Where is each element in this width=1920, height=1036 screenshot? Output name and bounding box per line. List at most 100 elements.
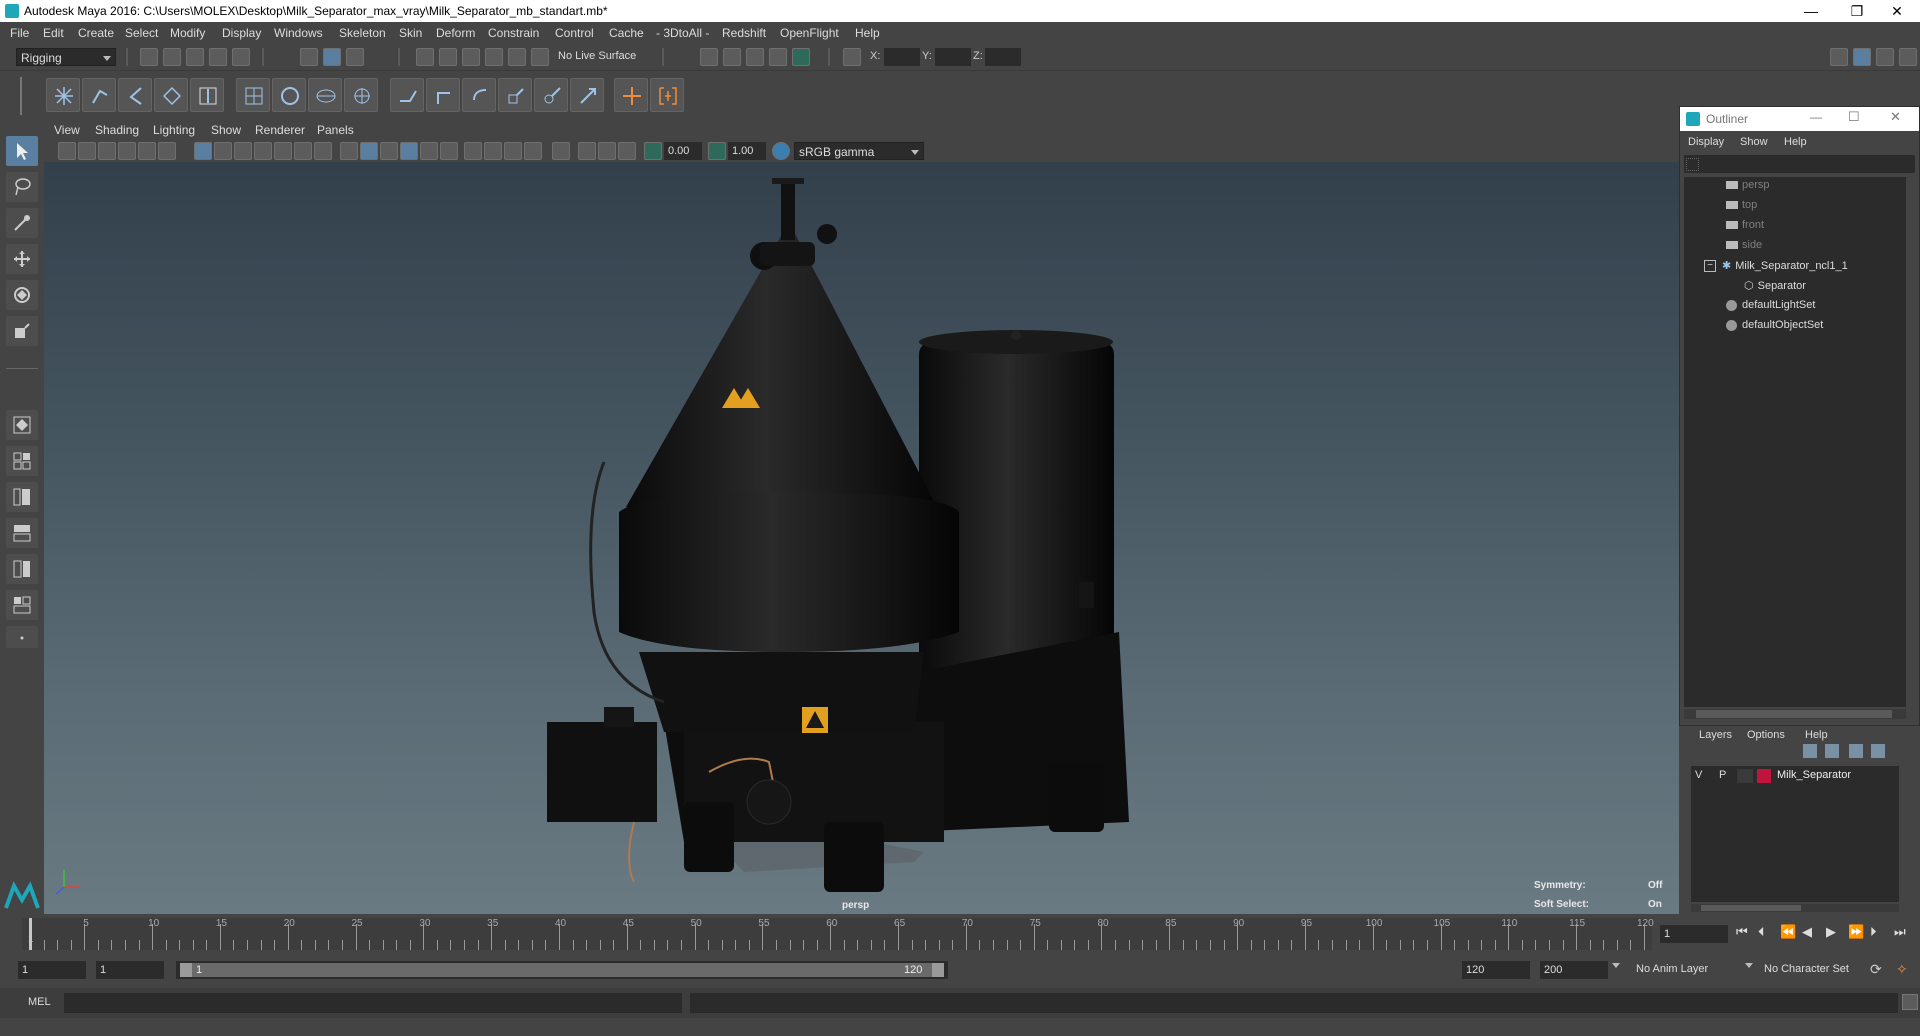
outliner-horizontal-scrollbar[interactable] [1684,709,1906,719]
layer-horizontal-scrollbar[interactable] [1691,904,1899,912]
outliner-item-front[interactable]: front [1726,219,1764,231]
character-set-label[interactable]: No Character Set [1764,963,1849,975]
menu-create[interactable]: Create [78,26,114,40]
cluster-icon[interactable] [272,78,306,112]
smooth-shade-icon[interactable] [360,142,378,160]
layer-color-swatch[interactable] [1757,769,1771,783]
current-time-indicator[interactable] [29,918,32,950]
undo-icon[interactable] [209,48,227,66]
render-current-icon[interactable] [700,48,718,66]
playback-end-field[interactable]: 120 [1462,961,1530,979]
outliner-item-persp[interactable]: persp [1726,179,1770,191]
outliner-filter-input[interactable] [1684,155,1915,173]
viewport-menu-show[interactable]: Show [211,123,241,137]
wire-deformer-icon[interactable] [308,78,342,112]
point-constraint-icon[interactable] [426,78,460,112]
open-scene-icon[interactable] [163,48,181,66]
scrollbar-thumb[interactable] [1701,905,1801,911]
live-surface-label[interactable]: No Live Surface [558,50,636,62]
y-field[interactable] [935,48,971,66]
snap-surface-icon[interactable] [508,48,526,66]
safe-action-icon[interactable] [294,142,312,160]
persp-graph-outliner-layout-icon[interactable] [6,590,38,620]
menu-control[interactable]: Control [555,26,594,40]
gamma-icon[interactable] [708,142,726,160]
ik-handle-icon[interactable] [82,78,116,112]
shelf-options-icon[interactable] [20,77,36,115]
minimize-button[interactable]: — [1788,0,1834,22]
play-backwards-icon[interactable]: ◀ [1802,924,1812,940]
backface-icon[interactable] [618,142,636,160]
mode-dropdown[interactable]: Rigging [16,48,116,66]
select-hierarchy-icon[interactable] [300,48,318,66]
render-settings-icon[interactable] [746,48,764,66]
viewport-menu-panels[interactable]: Panels [317,123,354,137]
outliner-menu-display[interactable]: Display [1688,136,1724,148]
menu-help[interactable]: Help [855,26,880,40]
chevron-down-icon[interactable] [1745,963,1753,968]
menu-modify[interactable]: Modify [170,26,205,40]
snap-plane-icon[interactable] [531,48,549,66]
ambient-occlusion-icon[interactable] [504,142,522,160]
orient-joint-icon[interactable] [190,78,224,112]
scrollbar-thumb[interactable] [1696,710,1892,718]
use-all-lights-icon[interactable] [464,142,482,160]
select-object-icon[interactable] [323,48,341,66]
locator-icon[interactable] [614,78,648,112]
viewport-menu-lighting[interactable]: Lighting [153,123,195,137]
shadows-icon[interactable] [484,142,502,160]
layers-menu-layers[interactable]: Layers [1699,729,1732,741]
go-to-end-icon[interactable]: ⏭ [1894,924,1906,940]
modeling-toolkit-icon[interactable] [1830,48,1848,66]
field-chart-icon[interactable] [274,142,292,160]
layer-playback-toggle[interactable]: P [1719,769,1726,781]
layer-move-up-icon[interactable] [1803,744,1817,758]
tool-settings-icon[interactable] [1876,48,1894,66]
select-component-icon[interactable] [346,48,364,66]
outliner-item-default-light-set[interactable]: defaultLightSet [1726,299,1815,311]
motion-blur-icon[interactable] [524,142,542,160]
layer-move-down-icon[interactable] [1825,744,1839,758]
textured-icon[interactable] [440,142,458,160]
redo-icon[interactable] [232,48,250,66]
2d-pan-zoom-icon[interactable] [138,142,156,160]
outliner-minimize-button[interactable]: — [1810,110,1822,124]
xray-active-icon[interactable] [598,142,616,160]
xray-joints-icon[interactable] [578,142,596,160]
viewport-menu-renderer[interactable]: Renderer [255,123,305,137]
orient-constraint-icon[interactable] [462,78,496,112]
layers-menu-help[interactable]: Help [1805,729,1828,741]
step-forward-key-icon[interactable]: ⏩ [1848,924,1864,940]
menu-windows[interactable]: Windows [274,26,323,40]
layer-name[interactable]: Milk_Separator [1777,769,1851,781]
select-tool-icon[interactable] [6,136,38,166]
perspective-viewport[interactable]: persp Symmetry: Off Soft Select: On [44,162,1679,914]
bookmark-icon[interactable] [98,142,116,160]
image-plane-icon[interactable] [118,142,136,160]
persp-hypershade-layout-icon[interactable] [6,554,38,584]
select-camera-icon[interactable] [58,142,76,160]
step-back-frame-icon[interactable]: ⏴ [1758,924,1765,940]
move-tool-icon[interactable] [6,244,38,274]
grease-pencil-icon[interactable] [158,142,176,160]
persp-graph-layout-icon[interactable] [6,518,38,548]
single-perspective-layout-icon[interactable] [6,410,38,440]
go-to-start-icon[interactable]: ⏮ [1736,924,1748,940]
menu-skin[interactable]: Skin [399,26,422,40]
range-slider-handle[interactable]: 1 120 [180,963,944,977]
lasso-tool-icon[interactable] [6,172,38,202]
paint-select-icon[interactable] [6,208,38,238]
range-start-grip[interactable] [180,963,192,977]
snap-grid-icon[interactable] [416,48,434,66]
wireframe-icon[interactable] [340,142,358,160]
layer-list[interactable]: V P Milk_Separator [1691,766,1899,902]
outliner-menu-show[interactable]: Show [1740,136,1768,148]
save-scene-icon[interactable] [186,48,204,66]
gate-mask-icon[interactable] [254,142,272,160]
transform-mode-icon[interactable] [843,48,861,66]
outliner-item-top[interactable]: top [1726,199,1757,211]
resolution-gate-icon[interactable] [234,142,252,160]
film-gate-icon[interactable] [214,142,232,160]
camera-attributes-icon[interactable] [78,142,96,160]
new-scene-icon[interactable] [140,48,158,66]
